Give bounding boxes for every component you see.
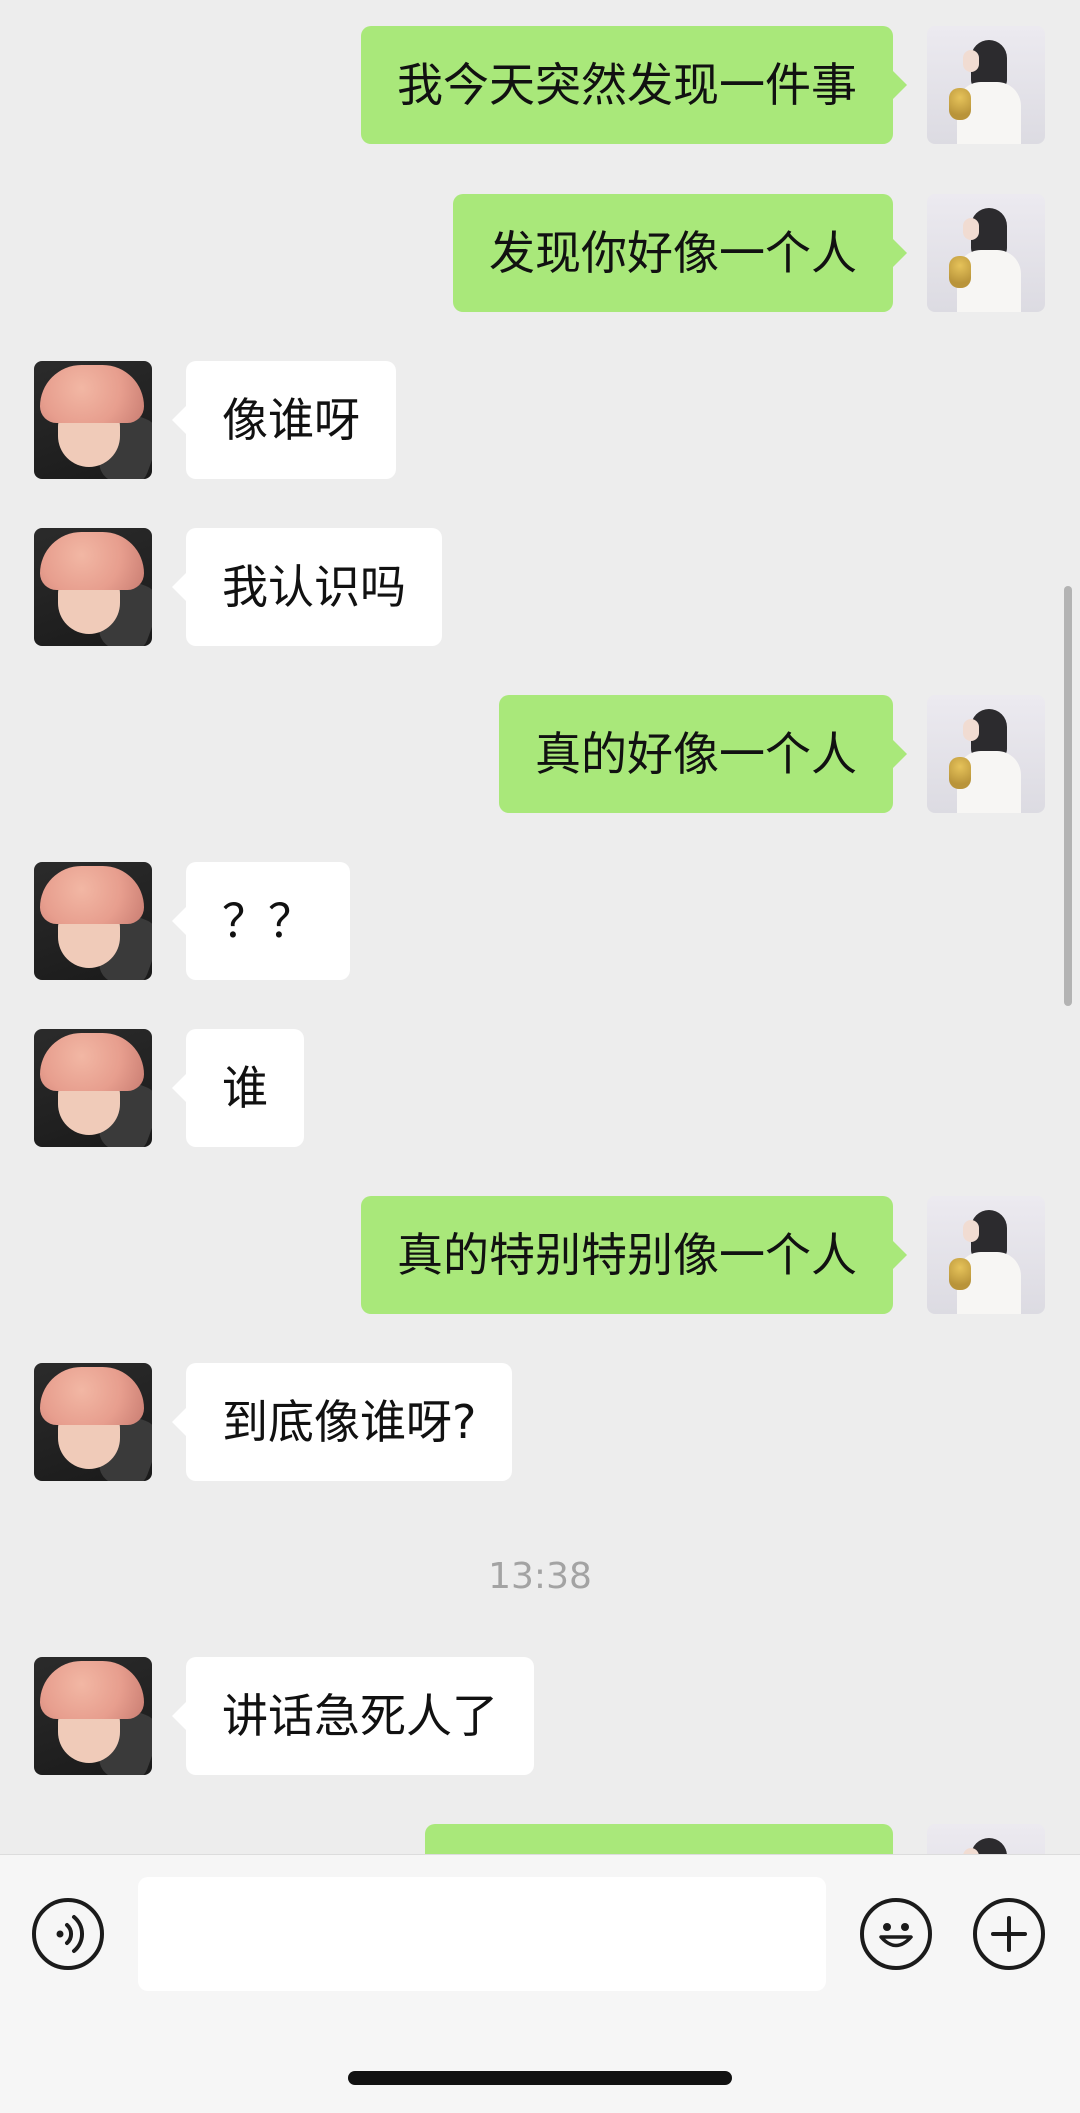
message-text-input[interactable]: [138, 1877, 826, 1991]
message-bubble[interactable]: [425, 1824, 893, 1854]
contact-avatar[interactable]: [34, 528, 152, 646]
message-input-bar: [0, 1854, 1080, 2113]
message-bubble[interactable]: 讲话急死人了: [172, 1657, 534, 1775]
chat-message-received: 像谁呀: [0, 361, 1080, 479]
contact-avatar[interactable]: [34, 361, 152, 479]
chat-message-received: 我认识吗: [0, 528, 1080, 646]
emoji-icon-glyph: [879, 1923, 913, 1948]
contact-avatar[interactable]: [34, 1029, 152, 1147]
message-bubble[interactable]: 真的特别特别像一个人: [361, 1196, 907, 1314]
chat-message-received: 到底像谁呀?: [0, 1363, 1080, 1481]
message-bubble[interactable]: 谁: [172, 1029, 304, 1147]
emoji-icon[interactable]: [860, 1898, 932, 1970]
contact-avatar[interactable]: [34, 862, 152, 980]
my-avatar[interactable]: [927, 1824, 1045, 1854]
message-bubble[interactable]: 到底像谁呀?: [171, 1363, 513, 1481]
chat-message-sent: 真的好像一个人: [0, 695, 1080, 813]
message-timestamp: 13:38: [488, 1556, 592, 1597]
plus-icon[interactable]: [973, 1898, 1045, 1970]
message-bubble[interactable]: ？？: [172, 862, 350, 980]
chat-message-received: 谁: [0, 1029, 1080, 1147]
message-bubble[interactable]: 发现你好像一个人: [453, 194, 907, 312]
message-bubble[interactable]: 真的好像一个人: [499, 695, 907, 813]
message-bubble[interactable]: 我今天突然发现一件事: [361, 26, 907, 144]
voice-icon[interactable]: [32, 1898, 104, 1970]
home-indicator[interactable]: [348, 2071, 732, 2085]
contact-avatar[interactable]: [34, 1363, 152, 1481]
voice-icon-glyph: [56, 1915, 85, 1953]
message-bubble[interactable]: 像谁呀: [172, 361, 396, 479]
my-avatar[interactable]: [927, 26, 1045, 144]
chat-message-sent: 我今天突然发现一件事: [0, 26, 1080, 144]
message-bubble[interactable]: 我认识吗: [172, 528, 442, 646]
chat-message-sent: 真的特别特别像一个人: [0, 1196, 1080, 1314]
chat-message-sent: [0, 1824, 1080, 1854]
chat-area[interactable]: 我今天突然发现一件事 发现你好像一个人 像谁呀 我认识吗 真的好像一个人 ？？ …: [0, 0, 1080, 1854]
chat-message-received: 讲话急死人了: [0, 1657, 1080, 1775]
chat-message-received: ？？: [0, 862, 1080, 980]
chat-scrollbar[interactable]: [1064, 586, 1072, 1006]
plus-icon-glyph: [991, 1916, 1027, 1952]
my-avatar[interactable]: [927, 194, 1045, 312]
my-avatar[interactable]: [927, 695, 1045, 813]
contact-avatar[interactable]: [34, 1657, 152, 1775]
my-avatar[interactable]: [927, 1196, 1045, 1314]
chat-message-sent: 发现你好像一个人: [0, 194, 1080, 312]
